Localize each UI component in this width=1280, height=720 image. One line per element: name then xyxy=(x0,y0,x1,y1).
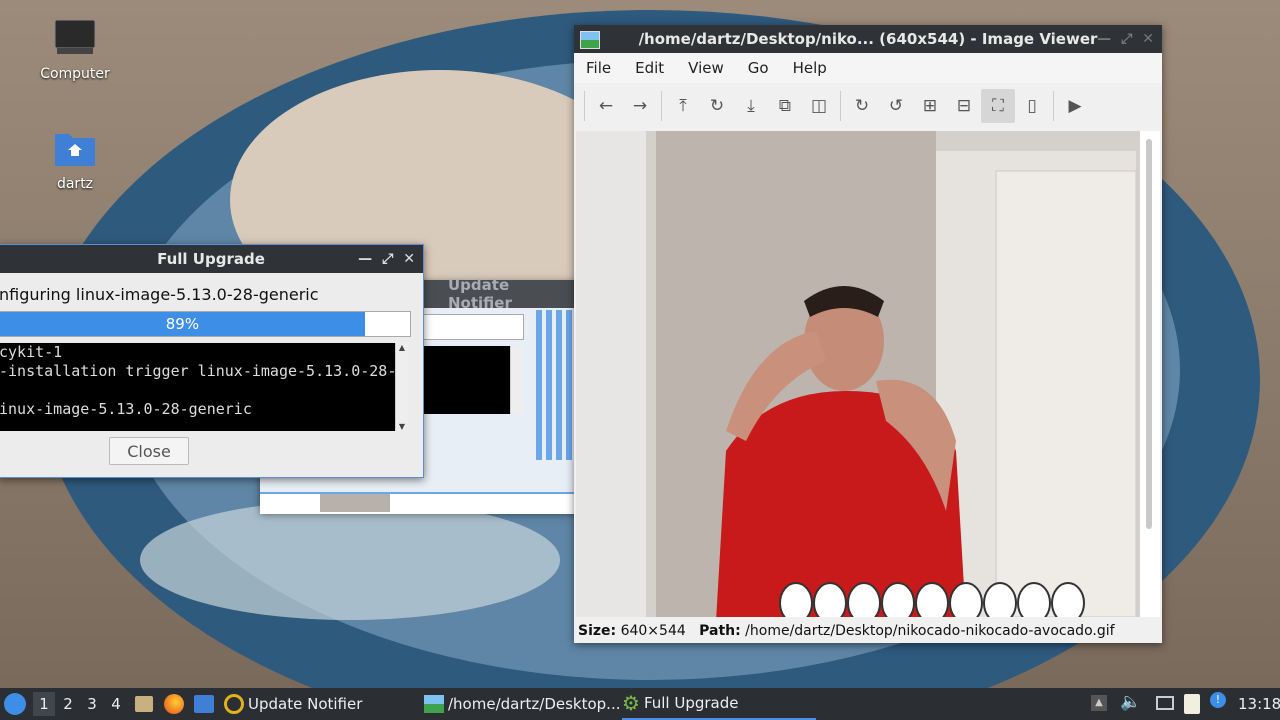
minimize-icon[interactable]: — xyxy=(358,251,372,267)
toolbar-separator xyxy=(661,91,662,121)
toolbar-separator xyxy=(840,91,841,121)
show-desktop-icon[interactable] xyxy=(194,695,214,713)
back-icon[interactable]: ← xyxy=(589,89,623,123)
clock[interactable]: 13:18 xyxy=(1238,688,1280,720)
slideshow-play-icon[interactable]: ▶ xyxy=(1058,89,1092,123)
menu-help[interactable]: Help xyxy=(781,59,839,77)
notifier-bottom-block xyxy=(320,494,390,512)
menu-edit[interactable]: Edit xyxy=(623,59,676,77)
taskbar: 1 2 3 4 Update Notifier /home/dartz/Desk… xyxy=(0,688,1280,720)
close-button[interactable]: Close xyxy=(109,437,189,465)
terminal-line: cykit-1 xyxy=(0,343,63,361)
image-canvas[interactable] xyxy=(576,131,1160,617)
zoom-in-icon[interactable]: ⊞ xyxy=(913,89,947,123)
workspace-1[interactable]: 1 xyxy=(33,692,55,716)
forward-icon[interactable]: → xyxy=(623,89,657,123)
update-available-icon[interactable]: ! xyxy=(1210,692,1226,708)
reload-icon[interactable]: ↻ xyxy=(700,89,734,123)
task-update-notifier[interactable]: Update Notifier xyxy=(224,688,362,720)
volume-icon[interactable]: 🔈 xyxy=(1120,692,1141,712)
task-label: Update Notifier xyxy=(248,695,363,713)
displayed-image xyxy=(576,131,1160,617)
home-folder-icon xyxy=(30,128,120,172)
save-as-icon[interactable]: ⤓ xyxy=(734,89,768,123)
path-label: Path: xyxy=(699,623,741,639)
open-icon[interactable]: ⤒ xyxy=(666,89,700,123)
terminal-line: inux-image-5.13.0-28-generic xyxy=(0,400,252,418)
window-title: /home/dartz/Desktop/niko... (640x544) - … xyxy=(638,30,1098,48)
path-value: /home/dartz/Desktop/nikocado-nikocado-av… xyxy=(745,623,1115,639)
maximize-icon[interactable]: ⤢ xyxy=(382,251,393,267)
computer-icon xyxy=(30,18,120,62)
task-label: Full Upgrade xyxy=(643,694,739,712)
terminal-line: -installation trigger linux-image-5.13.0… xyxy=(0,362,395,380)
gear-icon: ⚙ xyxy=(622,691,640,715)
notifier-bottom-bar xyxy=(260,492,578,514)
upgrade-status-text: nfiguring linux-image-5.13.0-28-generic xyxy=(0,285,319,304)
close-icon[interactable]: ✕ xyxy=(1142,31,1154,47)
workspace-4[interactable]: 4 xyxy=(105,692,127,716)
image-viewer-icon xyxy=(580,31,600,49)
menu-view[interactable]: View xyxy=(676,59,736,77)
wallpaper-plate-pattern xyxy=(140,500,560,620)
vertical-scrollbar[interactable] xyxy=(1146,139,1152,529)
menu-file[interactable]: File xyxy=(574,59,623,77)
maximize-icon[interactable]: ⤢ xyxy=(1121,31,1132,47)
paste-icon[interactable]: ◫ xyxy=(802,89,836,123)
workspace-2[interactable]: 2 xyxy=(57,692,79,716)
notifier-scrollbar[interactable] xyxy=(510,346,523,414)
terminal-scrollbar[interactable]: ▲ ▼ xyxy=(395,343,408,431)
upgrade-terminal-output: cykit-1 -installation trigger linux-imag… xyxy=(0,343,395,431)
minimize-icon[interactable]: — xyxy=(1097,31,1111,47)
workspace-3[interactable]: 3 xyxy=(81,692,103,716)
rotate-clockwise-icon[interactable]: ↻ xyxy=(845,89,879,123)
toolbar-separator xyxy=(1053,91,1054,121)
full-upgrade-window[interactable]: Full Upgrade — ⤢ ✕ nfiguring linux-image… xyxy=(0,244,424,478)
toolbar-separator xyxy=(584,91,585,121)
task-full-upgrade[interactable]: ⚙ Full Upgrade xyxy=(622,688,816,720)
window-titlebar[interactable]: /home/dartz/Desktop/niko... (640x544) - … xyxy=(574,25,1162,53)
progress-label: 89% xyxy=(165,315,200,333)
scroll-down-icon[interactable]: ▼ xyxy=(396,422,408,431)
desktop-icon-label: Computer xyxy=(40,66,110,82)
rotate-counterclockwise-icon[interactable]: ↺ xyxy=(879,89,913,123)
notifier-terminal xyxy=(422,346,510,414)
window-title: Update Notifier xyxy=(448,276,512,312)
network-icon[interactable] xyxy=(1156,696,1174,710)
image-viewer-icon xyxy=(424,695,444,713)
menu-bar: File Edit View Go Help xyxy=(574,53,1162,83)
size-label: Size: xyxy=(578,623,617,639)
start-menu-icon[interactable] xyxy=(4,693,26,715)
desktop-icon-computer[interactable]: Computer xyxy=(30,18,120,82)
firefox-icon[interactable] xyxy=(164,694,184,714)
status-bar: Size: 640×544 Path: /home/dartz/Desktop/… xyxy=(578,623,1158,643)
tray-expand-icon[interactable]: ▲ xyxy=(1091,695,1107,711)
window-titlebar[interactable]: Full Upgrade — ⤢ ✕ xyxy=(0,245,423,273)
copy-icon[interactable]: ⧉ xyxy=(768,89,802,123)
fit-window-icon[interactable]: ⛶ xyxy=(981,89,1015,123)
zoom-out-icon[interactable]: ⊟ xyxy=(947,89,981,123)
desktop-icon-dartz[interactable]: dartz xyxy=(30,128,120,192)
task-label: /home/dartz/Desktop... xyxy=(448,695,621,713)
update-notifier-icon xyxy=(224,694,244,714)
upgrade-progress-bar: 89% xyxy=(0,311,411,337)
size-value: 640×544 xyxy=(620,623,686,639)
clipboard-icon[interactable] xyxy=(1184,694,1200,714)
close-icon[interactable]: ✕ xyxy=(403,251,415,267)
image-viewer-window[interactable]: /home/dartz/Desktop/niko... (640x544) - … xyxy=(574,25,1162,643)
notifier-input[interactable] xyxy=(422,314,524,340)
toolbar: ← → ⤒ ↻ ⤓ ⧉ ◫ ↻ ↺ ⊞ ⊟ ⛶ ▯ ▶ xyxy=(574,87,1162,125)
notifier-frame-stripes xyxy=(536,310,578,460)
original-size-icon[interactable]: ▯ xyxy=(1015,89,1049,123)
file-manager-icon[interactable] xyxy=(135,696,153,712)
scroll-up-icon[interactable]: ▲ xyxy=(396,343,408,352)
task-image-viewer[interactable]: /home/dartz/Desktop... xyxy=(424,688,621,720)
menu-go[interactable]: Go xyxy=(736,59,781,77)
window-title: Full Upgrade xyxy=(157,250,265,268)
desktop-icon-label: dartz xyxy=(56,176,94,192)
